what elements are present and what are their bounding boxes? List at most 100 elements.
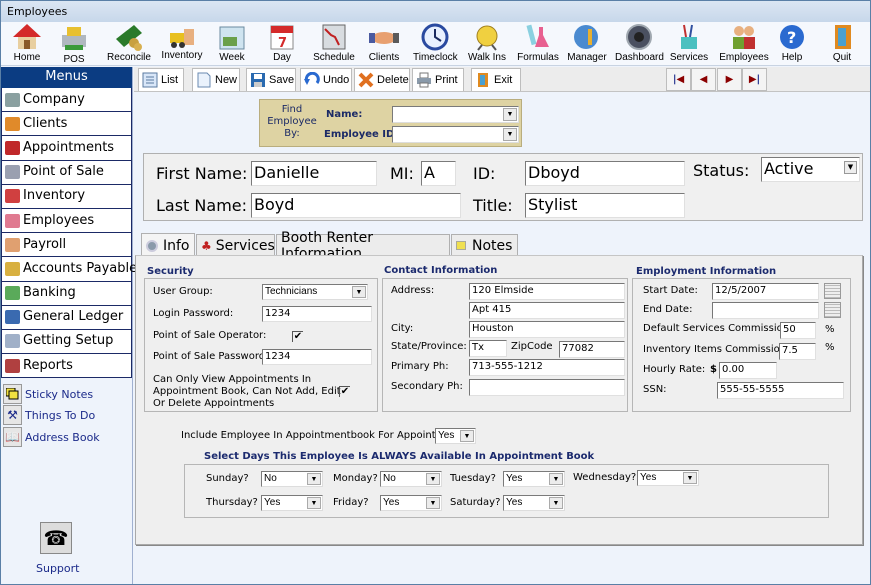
sidebar-item-accounts-payable[interactable]: Accounts Payable [2,257,137,282]
wednesday-select[interactable]: Yes ▼ [637,470,699,486]
pos-password-input[interactable]: 1234 [262,349,372,365]
address-line2-input[interactable]: Apt 415 [469,302,625,319]
ssn-input[interactable]: 555-55-5555 [717,382,844,399]
print-button[interactable]: Print [412,68,464,91]
support-button[interactable]: ☎ [40,522,72,554]
mi-input[interactable]: A [421,161,456,186]
toolbar-inventory-button[interactable]: Inventory [158,23,206,65]
chevron-down-icon[interactable]: ▼ [307,497,321,509]
sidebar-item-payroll[interactable]: Payroll [2,233,131,258]
sidebar-item-getting-setup[interactable]: Getting Setup [2,329,131,355]
include-appointmentbook-select[interactable]: Yes ▼ [435,428,476,444]
first-name-input[interactable]: Danielle [251,161,377,186]
tab-services[interactable]: ♣ Services [196,234,275,256]
save-button[interactable]: Save [246,68,296,91]
toolbar-dashboard-button[interactable]: Dashboard [615,23,664,65]
tab-notes[interactable]: Notes [451,234,518,256]
city-input[interactable]: Houston [469,321,625,338]
login-password-input[interactable]: 1234 [262,306,372,322]
things-to-do-link[interactable]: ⚒ Things To Do [3,405,95,425]
previous-record-button[interactable]: ◀ [691,68,716,91]
find-name-select[interactable]: ▼ [392,106,519,123]
toolbar-quit-button[interactable]: Quit [827,23,857,65]
last-name-input[interactable]: Boyd [251,193,461,218]
undo-button[interactable]: Undo [300,68,352,91]
toolbar-timeclock-button[interactable]: Timeclock [413,23,458,65]
chevron-down-icon[interactable]: ▼ [426,497,440,509]
chevron-down-icon[interactable]: ▼ [503,128,517,141]
first-record-button[interactable]: |◀ [666,68,691,91]
chevron-down-icon[interactable]: ▼ [549,497,563,509]
toolbar-week-button[interactable]: Week [215,23,249,65]
sidebar-item-appointments[interactable]: Appointments [2,136,131,161]
toolbar-services-button[interactable]: Services [669,23,709,65]
id-input[interactable]: Dboyd [525,161,685,186]
title-input[interactable]: Stylist [525,193,685,218]
sunday-select[interactable]: No ▼ [261,471,323,487]
end-date-input[interactable] [712,302,819,319]
delete-button[interactable]: Delete [354,68,410,91]
start-date-calendar-icon[interactable] [824,283,841,299]
toolbar-help-button[interactable]: ? Help [777,23,807,65]
toolbar-formulas-button[interactable]: Formulas [517,23,559,65]
toolbar-walkins-button[interactable]: Walk Ins [467,23,507,65]
sidebar-item-inventory[interactable]: Inventory [2,184,131,209]
toolbar-manager-button[interactable]: Manager [567,23,607,65]
monday-select[interactable]: No ▼ [380,471,442,487]
chevron-down-icon[interactable]: ▼ [503,108,517,121]
secondary-phone-input[interactable] [469,379,625,396]
start-date-input[interactable]: 12/5/2007 [712,283,819,300]
user-group-select[interactable]: Technicians ▼ [262,284,368,300]
inventory-commission-input[interactable]: 7.5 [779,343,816,360]
toolbar-day-button[interactable]: 7 Day [267,23,297,65]
chevron-down-icon[interactable]: ▼ [460,430,474,442]
friday-select[interactable]: Yes ▼ [380,495,442,511]
sidebar-item-point-of-sale[interactable]: Point of Sale [2,160,131,185]
services-commission-input[interactable]: 50 [780,322,816,339]
last-record-icon: ▶| [748,74,761,85]
saturday-select[interactable]: Yes ▼ [503,495,565,511]
chevron-down-icon[interactable]: ▼ [426,473,440,485]
address-book-link[interactable]: 📖 Address Book [3,427,100,447]
exit-button[interactable]: Exit [471,68,521,91]
last-record-button[interactable]: ▶| [742,68,767,91]
toolbar-clients-button[interactable]: Clients [367,23,401,65]
hourly-rate-input[interactable]: 0.00 [719,362,777,379]
chevron-down-icon[interactable]: ▼ [683,472,697,484]
sidebar-item-company[interactable]: Company [2,88,131,113]
toolbar-schedule-button[interactable]: Schedule [313,23,355,65]
list-button[interactable]: List [138,68,184,91]
chevron-down-icon[interactable]: ▼ [549,473,563,485]
toolbar-reconcile-button[interactable]: Reconcile [107,23,151,65]
book-icon: 📖 [3,427,22,447]
toolbar-employees-button[interactable]: Employees [719,23,769,65]
end-date-calendar-icon[interactable] [824,302,841,318]
support-label[interactable]: Support [36,562,79,575]
primary-phone-input[interactable]: 713-555-1212 [469,359,625,376]
chevron-down-icon[interactable]: ▼ [307,473,321,485]
sidebar-item-clients[interactable]: Clients [2,112,131,137]
state-input[interactable]: Tx [469,340,507,357]
sidebar-item-reports[interactable]: Reports [2,354,131,379]
chevron-down-icon[interactable]: ▼ [844,161,857,174]
thursday-select[interactable]: Yes ▼ [261,495,323,511]
next-record-button[interactable]: ▶ [717,68,742,91]
sidebar-item-employees[interactable]: Employees [2,208,131,234]
sticky-notes-link[interactable]: Sticky Notes [3,384,93,404]
tuesday-select[interactable]: Yes ▼ [503,471,565,487]
chevron-down-icon[interactable]: ▼ [352,286,366,298]
sidebar-item-general-ledger[interactable]: General Ledger [2,305,131,330]
status-select[interactable]: Active ▼ [761,157,860,182]
view-only-checkbox[interactable]: ✔ [339,386,350,397]
tab-booth-renter-information[interactable]: Booth Renter Information [276,230,450,262]
toolbar-pos-button[interactable]: POS [57,23,91,65]
pos-operator-checkbox[interactable]: ✔ [292,331,303,342]
tab-info[interactable]: Info [141,233,195,257]
address-line1-input[interactable]: 120 Elmside [469,283,625,300]
currency-symbol: $ [710,364,717,375]
find-id-select[interactable]: ▼ [392,126,519,143]
sidebar-item-banking[interactable]: Banking [2,281,131,306]
zip-input[interactable]: 77082 [559,341,625,358]
toolbar-home-button[interactable]: Home [9,23,45,65]
new-button[interactable]: New [192,68,240,91]
